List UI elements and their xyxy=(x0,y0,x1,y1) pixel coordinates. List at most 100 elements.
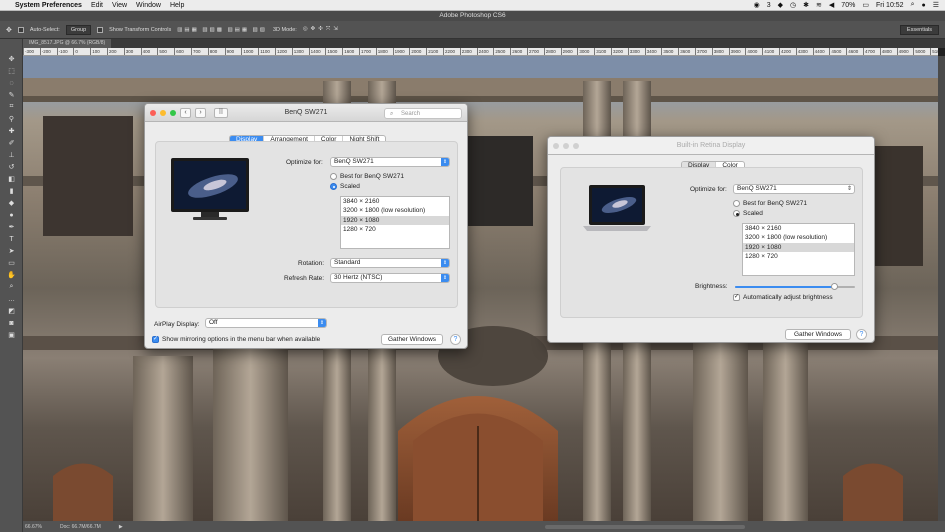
crop-tool-icon[interactable]: ⌗ xyxy=(0,101,23,113)
radio-best-for[interactable]: Best for BenQ SW271 xyxy=(330,173,404,180)
optimize-for-select[interactable]: BenQ SW271 ⇕ xyxy=(733,184,855,194)
ruler-tick-label: 3500 xyxy=(661,48,674,55)
search-icon[interactable]: ⌕ xyxy=(911,1,915,9)
checkbox-checked: ✓ xyxy=(733,294,740,301)
move-tool-icon[interactable]: ✥ xyxy=(6,26,12,34)
gather-windows-button[interactable]: Gather Windows xyxy=(785,329,851,340)
radio-best-for[interactable]: Best for BenQ SW271 xyxy=(733,200,807,207)
ruler-tick-label: 4200 xyxy=(779,48,792,55)
auto-brightness-checkbox[interactable]: ✓ Automatically adjust brightness xyxy=(733,294,833,301)
laptop-icon xyxy=(583,185,651,231)
marquee-tool-icon[interactable]: ⬚ xyxy=(0,65,23,77)
menu-view[interactable]: View xyxy=(112,2,127,9)
optimize-for-select[interactable]: BenQ SW271 ⇕ xyxy=(330,157,450,167)
airplay-select[interactable]: Off ⇕ xyxy=(205,318,327,328)
refresh-rate-select[interactable]: 30 Hertz (NTSC) ⇕ xyxy=(330,273,450,283)
time-machine-icon[interactable]: ◷ xyxy=(790,1,796,9)
vertical-scrollbar[interactable] xyxy=(938,56,945,521)
auto-select-checkbox[interactable] xyxy=(17,26,24,33)
path-select-tool-icon[interactable]: ➤ xyxy=(0,245,23,257)
eraser-tool-icon[interactable]: ◧ xyxy=(0,173,23,185)
zoom-tool-icon[interactable]: ⌕ xyxy=(0,281,23,293)
lasso-tool-icon[interactable]: ◌ xyxy=(0,77,23,89)
type-tool-icon[interactable]: T xyxy=(0,233,23,245)
resolution-item[interactable]: 1280 × 720 xyxy=(341,225,449,234)
menu-edit[interactable]: Edit xyxy=(91,2,103,9)
3d-tools-icons[interactable]: ◎✥✣⤧⇲ xyxy=(303,26,341,33)
align-icons[interactable]: ▥▤▦ ▧▨▩ ▥▤▦ ▧▨ xyxy=(177,27,267,33)
notification-icon[interactable]: ◉ xyxy=(754,1,760,9)
document-tab[interactable]: IMG_8517.JPG @ 66.7% (RGB/8) xyxy=(23,39,112,48)
mirroring-label: Show mirroring options in the menu bar w… xyxy=(162,336,321,343)
brightness-knob[interactable] xyxy=(830,283,838,290)
user-icon[interactable]: ● xyxy=(921,2,925,9)
eyedropper-tool-icon[interactable]: ⚲ xyxy=(0,113,23,125)
move-tool-icon[interactable]: ✥ xyxy=(0,53,23,65)
ruler-tick-label: 3600 xyxy=(678,48,691,55)
ruler-tick-label: 2700 xyxy=(527,48,540,55)
radio-circle xyxy=(330,173,337,180)
status-arrow-icon[interactable]: ▶ xyxy=(119,524,123,530)
bluetooth-icon[interactable]: ✱ xyxy=(803,1,809,9)
healing-tool-icon[interactable]: ✚ xyxy=(0,125,23,137)
quick-select-tool-icon[interactable]: ✎ xyxy=(0,89,23,101)
color-swatches-icon[interactable]: ◩ xyxy=(0,305,23,317)
resolution-item[interactable]: 3840 × 2160 xyxy=(341,197,449,206)
ruler-tick-label: 3400 xyxy=(644,48,657,55)
clock[interactable]: Fri 10:52 xyxy=(876,2,904,9)
ruler-tick-label: 3900 xyxy=(728,48,741,55)
ruler-tick-label: 1100 xyxy=(258,48,270,55)
resolution-item-selected[interactable]: 1920 × 1080 xyxy=(341,215,449,225)
resolution-item[interactable]: 3200 × 1800 (low resolution) xyxy=(341,206,449,215)
volume-icon[interactable]: ◀ xyxy=(829,1,834,9)
wifi-icon[interactable]: ≋ xyxy=(816,1,822,9)
rotation-select[interactable]: Standard ⇕ xyxy=(330,258,450,268)
horizontal-scrollbar[interactable] xyxy=(545,524,745,529)
help-button[interactable]: ? xyxy=(856,329,867,340)
brush-tool-icon[interactable]: ✐ xyxy=(0,137,23,149)
screen-mode-icon[interactable]: ▣ xyxy=(0,329,23,341)
ruler-tick-label: 400 xyxy=(140,48,151,55)
battery-percent[interactable]: 70% xyxy=(841,2,855,9)
gradient-tool-icon[interactable]: ▮ xyxy=(0,185,23,197)
stamp-tool-icon[interactable]: ⊥ xyxy=(0,149,23,161)
menu-help[interactable]: Help xyxy=(170,2,184,9)
help-button[interactable]: ? xyxy=(450,334,461,345)
app-menu[interactable]: System Preferences xyxy=(15,2,82,9)
resolution-item[interactable]: 3840 × 2160 xyxy=(743,224,854,233)
battery-icon[interactable]: ▭ xyxy=(862,1,869,9)
show-transform-checkbox[interactable] xyxy=(97,26,104,33)
pen-tool-icon[interactable]: ✒ xyxy=(0,221,23,233)
group-select[interactable]: Group xyxy=(65,24,92,35)
radio-scaled[interactable]: Scaled xyxy=(330,183,360,190)
resolution-list[interactable]: 3840 × 2160 3200 × 1800 (low resolution)… xyxy=(742,223,855,276)
shape-tool-icon[interactable]: ▭ xyxy=(0,257,23,269)
resolution-list[interactable]: 3840 × 2160 3200 × 1800 (low resolution)… xyxy=(340,196,450,249)
radio-scaled[interactable]: Scaled xyxy=(733,210,763,217)
status-count[interactable]: 3 xyxy=(767,2,771,9)
gather-windows-button[interactable]: Gather Windows xyxy=(381,334,443,345)
workspace-select[interactable]: Essentials xyxy=(899,24,939,35)
search-field[interactable]: ⌕ Search xyxy=(384,108,462,119)
tools-panel: ✥ ⬚ ◌ ✎ ⌗ ⚲ ✚ ✐ ⊥ ↺ ◧ ▮ ◆ ● ✒ T ➤ ▭ ✋ ⌕ … xyxy=(0,39,23,532)
hand-tool-icon[interactable]: ✋ xyxy=(0,269,23,281)
brightness-slider[interactable] xyxy=(735,283,855,290)
resolution-item-selected[interactable]: 1920 × 1080 xyxy=(743,242,854,252)
dodge-tool-icon[interactable]: ● xyxy=(0,209,23,221)
zoom-level[interactable]: 66.67% xyxy=(25,524,42,530)
blur-tool-icon[interactable]: ◆ xyxy=(0,197,23,209)
menu-window[interactable]: Window xyxy=(136,2,161,9)
airplay-value: Off xyxy=(209,319,218,326)
notification-center-icon[interactable]: ☰ xyxy=(933,1,939,9)
radio-circle-selected xyxy=(733,210,740,217)
more-tools-icon[interactable]: … xyxy=(0,293,23,305)
resolution-item[interactable]: 1280 × 720 xyxy=(743,252,854,261)
ruler-tick-label: 1600 xyxy=(342,48,355,55)
mirroring-checkbox[interactable]: ✓ Show mirroring options in the menu bar… xyxy=(152,336,320,343)
quick-mask-icon[interactable]: ◙ xyxy=(0,317,23,329)
history-brush-icon[interactable]: ↺ xyxy=(0,161,23,173)
resolution-item[interactable]: 3200 × 1800 (low resolution) xyxy=(743,233,854,242)
ruler-tick-label: 1800 xyxy=(375,48,388,55)
dropbox-icon[interactable]: ◆ xyxy=(778,1,783,9)
chevron-down-icon: ⇕ xyxy=(846,186,852,192)
